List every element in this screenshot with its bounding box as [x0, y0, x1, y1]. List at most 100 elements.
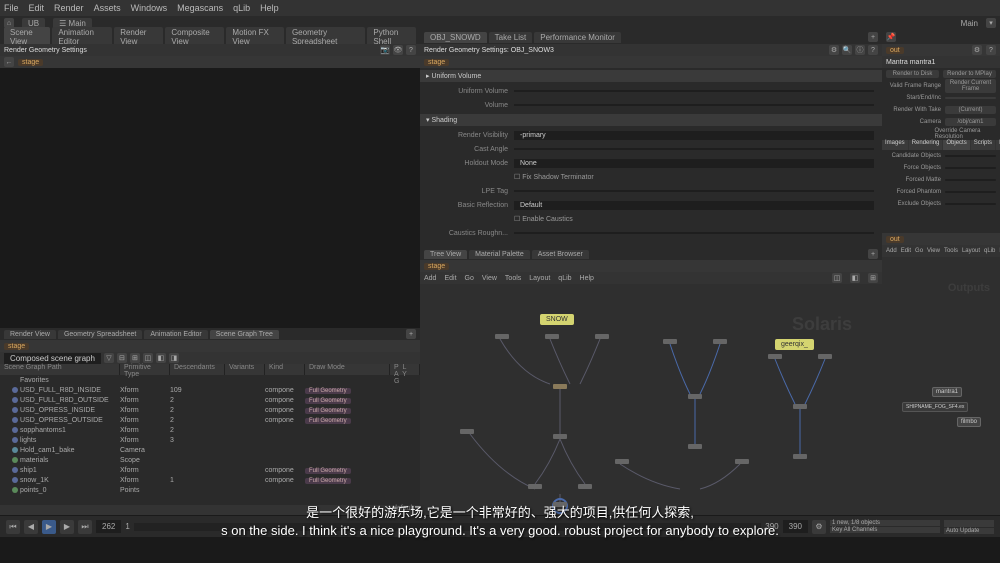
- params-path-stage[interactable]: stage: [424, 59, 449, 66]
- menu-help[interactable]: Help: [260, 3, 279, 13]
- out-tools[interactable]: Tools: [944, 248, 958, 254]
- node[interactable]: [818, 354, 832, 359]
- nv-view[interactable]: View: [482, 275, 497, 282]
- nv-qlib[interactable]: qLib: [558, 275, 571, 282]
- menu-file[interactable]: File: [4, 3, 19, 13]
- nv-tool2-icon[interactable]: ◧: [850, 273, 860, 283]
- node[interactable]: [713, 339, 727, 344]
- sticky-geo[interactable]: geerqix_: [775, 339, 814, 350]
- table-row[interactable]: Hold_cam1_bake Camera: [0, 445, 420, 455]
- info-icon[interactable]: ⓘ: [855, 45, 865, 55]
- out-qlib[interactable]: qLib: [984, 248, 995, 254]
- node[interactable]: [595, 334, 609, 339]
- gear-icon-2[interactable]: ⚙: [972, 45, 982, 55]
- tab-perfmon[interactable]: Performance Monitor: [534, 32, 621, 43]
- sg-expand-icon[interactable]: ⊞: [130, 353, 140, 363]
- take-dropdown[interactable]: (Current): [945, 106, 996, 114]
- startend-field[interactable]: [945, 97, 996, 99]
- sg-col-draw[interactable]: Draw Mode: [305, 364, 390, 375]
- help-icon-2[interactable]: ?: [868, 45, 878, 55]
- table-row[interactable]: USD_FULL_R8D_OUTSIDE Xform 2 compone Ful…: [0, 395, 420, 405]
- out-view[interactable]: View: [927, 248, 940, 254]
- first-frame-button[interactable]: ⏮: [6, 520, 20, 534]
- dropdown-icon[interactable]: ▾: [986, 18, 996, 28]
- node[interactable]: [528, 484, 542, 489]
- end-frame-2[interactable]: 390: [783, 520, 808, 533]
- node[interactable]: [553, 384, 567, 389]
- nvtab-add-icon[interactable]: +: [868, 249, 878, 259]
- mtab-rendering[interactable]: Rendering: [909, 140, 943, 150]
- last-frame-button[interactable]: ⏭: [78, 520, 92, 534]
- btab-renderview[interactable]: Render View: [4, 330, 56, 339]
- node[interactable]: [688, 444, 702, 449]
- end-frame[interactable]: 390: [765, 522, 778, 531]
- table-row[interactable]: USD_FULL_R8D_INSIDE Xform 109 compone Fu…: [0, 385, 420, 395]
- mtab-driver[interactable]: Driver: [996, 140, 1000, 150]
- nv-edit[interactable]: Edit: [444, 275, 456, 282]
- table-row[interactable]: USD_OPRESS_OUTSIDE Xform 2 compone Full …: [0, 415, 420, 425]
- back-icon[interactable]: ←: [4, 57, 14, 67]
- sg-tool1-icon[interactable]: ◫: [143, 353, 153, 363]
- search-icon[interactable]: 🔍: [842, 45, 852, 55]
- table-row[interactable]: materials Scope: [0, 455, 420, 465]
- sg-col-kind[interactable]: Kind: [265, 364, 305, 375]
- tab-objsnow[interactable]: OBJ_SNOWD: [424, 32, 487, 43]
- menu-qlib[interactable]: qLib: [233, 3, 250, 13]
- tl-info[interactable]: 1 new, 1/8 objects: [830, 520, 940, 526]
- sg-path-stage[interactable]: stage: [4, 343, 29, 350]
- main-right[interactable]: Main: [961, 19, 978, 28]
- node[interactable]: [578, 484, 592, 489]
- nv-path-stage[interactable]: stage: [424, 263, 449, 270]
- node[interactable]: [735, 459, 749, 464]
- prev-frame-button[interactable]: ◀: [24, 520, 38, 534]
- tl-spare[interactable]: [944, 520, 994, 527]
- nv-tool1-icon[interactable]: ◫: [832, 273, 842, 283]
- out-go[interactable]: Go: [915, 248, 923, 254]
- out-edit[interactable]: Edit: [901, 248, 911, 254]
- render-mplay-button[interactable]: Render to MPlay: [943, 70, 996, 78]
- table-row[interactable]: USD_OPRESS_INSIDE Xform 2 compone Full G…: [0, 405, 420, 415]
- tl-keyall[interactable]: Key All Channels: [830, 527, 940, 533]
- override-res-checkbox[interactable]: Override Camera Resolution: [935, 128, 997, 140]
- menu-edit[interactable]: Edit: [29, 3, 45, 13]
- mtab-scripts[interactable]: Scripts: [971, 140, 995, 150]
- sticky-snow[interactable]: SNOW: [540, 314, 574, 325]
- help-icon[interactable]: ?: [406, 45, 416, 55]
- node[interactable]: [688, 394, 702, 399]
- node[interactable]: [663, 339, 677, 344]
- node[interactable]: [495, 334, 509, 339]
- sg-col-var[interactable]: Variants: [225, 364, 265, 375]
- start-frame[interactable]: 1: [125, 522, 129, 531]
- path-stage[interactable]: stage: [18, 59, 43, 66]
- tl-autoupdate[interactable]: Auto Update: [944, 528, 994, 534]
- mtab-images[interactable]: Images: [882, 140, 908, 150]
- out-node-ship[interactable]: SHIPNAME_FOG_SF4.ex: [902, 402, 968, 412]
- camera-icon[interactable]: 📷: [380, 45, 390, 55]
- nv-go[interactable]: Go: [465, 275, 474, 282]
- table-row[interactable]: ship1 Xform compone Full Geometry: [0, 465, 420, 475]
- table-row[interactable]: points_0 Points: [0, 485, 420, 495]
- sg-col-path[interactable]: Scene Graph Path: [0, 364, 120, 375]
- next-frame-button[interactable]: ▶: [60, 520, 74, 534]
- eye-icon[interactable]: 👁: [393, 45, 403, 55]
- sg-col-type[interactable]: Primitive Type: [120, 364, 170, 375]
- node[interactable]: [545, 334, 559, 339]
- mantra-path-out[interactable]: out: [886, 47, 904, 54]
- btab-anim[interactable]: Animation Editor: [144, 330, 207, 339]
- sg-dropdown[interactable]: Composed scene graph: [4, 353, 101, 364]
- node-selected[interactable]: [553, 502, 567, 507]
- help-icon-3[interactable]: ?: [986, 45, 996, 55]
- out-node-filmbox[interactable]: filmbo: [957, 417, 981, 427]
- out-add[interactable]: Add: [886, 248, 897, 254]
- node-graph-view[interactable]: Solaris SNOW geerqix_: [420, 284, 882, 515]
- current-frame[interactable]: 262: [96, 520, 121, 533]
- mtab-objects[interactable]: Objects: [943, 140, 969, 150]
- pin-icon[interactable]: 📌: [886, 32, 896, 42]
- node[interactable]: [793, 404, 807, 409]
- param-section-shading[interactable]: ▾ Shading: [420, 114, 882, 126]
- btab-scenegraph[interactable]: Scene Graph Tree: [210, 330, 279, 339]
- nvtab-material[interactable]: Material Palette: [469, 250, 530, 259]
- table-row[interactable]: snow_1K Xform 1 compone Full Geometry: [0, 475, 420, 485]
- param-section-volume[interactable]: ▸ Uniform Volume: [420, 70, 882, 82]
- btab-geospread[interactable]: Geometry Spreadsheet: [58, 330, 142, 339]
